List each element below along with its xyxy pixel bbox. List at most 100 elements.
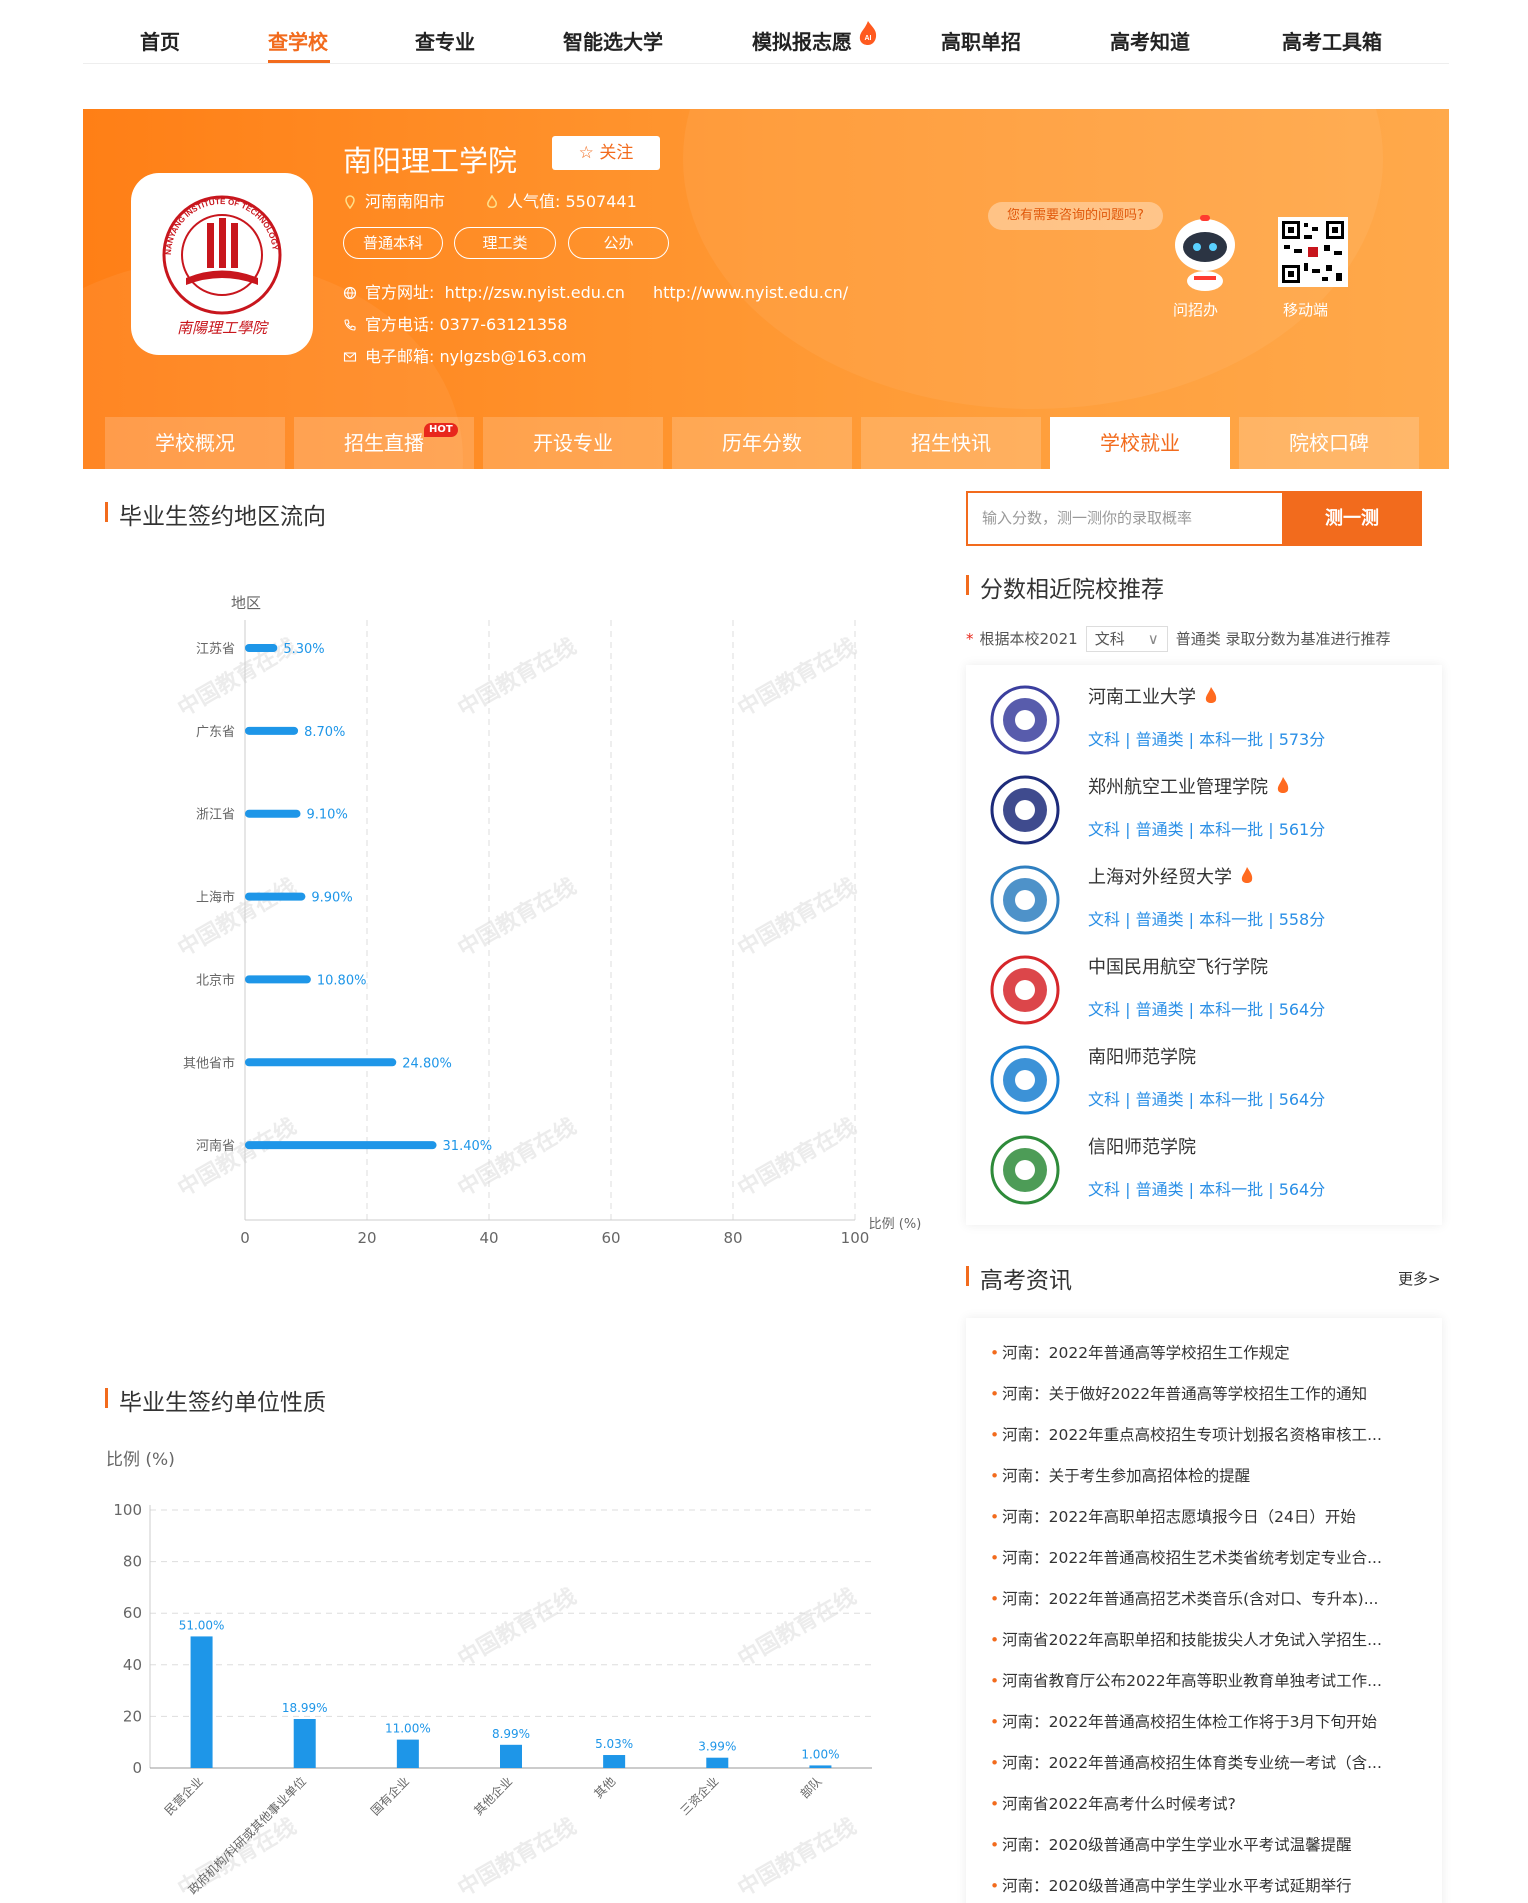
news-more-link[interactable]: 更多> — [1398, 1268, 1441, 1289]
x-tick-label: 80 — [723, 1229, 742, 1247]
recommend-school-name[interactable]: 河南工业大学 — [1088, 683, 1218, 709]
tab-live[interactable]: 招生直播 HOT — [294, 417, 474, 469]
tab-news[interactable]: 招生快讯 — [861, 417, 1041, 469]
recommend-school-name[interactable]: 信阳师范学院 — [1088, 1133, 1196, 1159]
news-item[interactable]: • 河南：2022年普通高校招生体育类专业统一考试（含... — [990, 1751, 1420, 1773]
y-tick-label: 0 — [132, 1759, 142, 1777]
y-category-label: 浙江省 — [196, 808, 235, 823]
bullet-icon: • — [990, 1344, 1000, 1362]
nav-smart-select[interactable]: 智能选大学 — [563, 26, 663, 55]
bullet-icon: • — [990, 1795, 1000, 1813]
recommend-meta[interactable]: 文科 | 普通类 | 本科一批 | 573分 — [1088, 726, 1325, 750]
probe-button[interactable]: 测一测 — [1282, 491, 1422, 546]
bar — [245, 1141, 437, 1150]
news-item[interactable]: • 河南：2022年高职单招志愿填报今日（24日）开始 — [990, 1505, 1420, 1527]
news-item[interactable]: • 河南省2022年高职单招和技能拔尖人才免试入学招生... — [990, 1628, 1420, 1650]
news-item[interactable]: • 河南：关于考生参加高招体检的提醒 — [990, 1464, 1420, 1486]
news-item[interactable]: • 河南省2022年高考什么时候考试? — [990, 1792, 1420, 1814]
x-category-label: 部队 — [797, 1774, 825, 1802]
tab-majors[interactable]: 开设专业 — [483, 417, 663, 469]
recommend-school-label: 郑州航空工业管理学院 — [1088, 777, 1268, 798]
robot-icon[interactable] — [1166, 209, 1244, 293]
follow-button[interactable]: ☆ 关注 — [552, 136, 660, 170]
ask-office-label[interactable]: 问招办 — [1173, 299, 1218, 320]
popularity-label: 人气值: — [507, 192, 561, 211]
phone-row: 官方电话: 0377-63121358 — [343, 311, 567, 335]
nav-toolbox[interactable]: 高考工具箱 — [1282, 26, 1382, 55]
nav-major[interactable]: 查专业 — [415, 26, 475, 55]
recommend-item[interactable]: 中国民用航空飞行学院文科 | 普通类 | 本科一批 | 564分 — [990, 935, 1420, 1025]
news-item[interactable]: • 河南：2022年普通高校招生体检工作将于3月下旬开始 — [990, 1710, 1420, 1732]
bullet-icon: • — [990, 1590, 1000, 1608]
recommend-meta[interactable]: 文科 | 普通类 | 本科一批 | 564分 — [1088, 1176, 1325, 1200]
nav-school[interactable]: 查学校 — [268, 26, 328, 55]
recommend-school-name[interactable]: 郑州航空工业管理学院 — [1088, 773, 1290, 799]
news-text: 河南省2022年高职单招和技能拔尖人才免试入学招生... — [1002, 1631, 1382, 1649]
news-item[interactable]: • 河南：2022年普通高校招生艺术类省统考划定专业合... — [990, 1546, 1420, 1568]
website-link-2[interactable]: http://www.nyist.edu.cn/ — [653, 283, 848, 302]
email-label: 电子邮箱: — [365, 347, 435, 366]
bar — [500, 1744, 522, 1768]
website-label: 官方网址: — [365, 283, 435, 302]
bar-value-label: 1.00% — [801, 1747, 839, 1761]
x-tick-label: 0 — [240, 1229, 250, 1247]
recommend-meta[interactable]: 文科 | 普通类 | 本科一批 | 558分 — [1088, 906, 1325, 930]
bar-value-label: 11.00% — [385, 1722, 431, 1736]
news-item[interactable]: • 河南：2022年普通高等学校招生工作规定 — [990, 1341, 1420, 1363]
recommend-school-name[interactable]: 中国民用航空飞行学院 — [1088, 953, 1268, 979]
news-item[interactable]: • 河南：2022年重点高校招生专项计划报名资格审核工... — [990, 1423, 1420, 1445]
recommend-school-name[interactable]: 上海对外经贸大学 — [1088, 863, 1254, 889]
school-logo: 南陽理工學院 NANYANG INSTITUTE OF TECHNOLOGY — [131, 173, 313, 355]
bar — [396, 1739, 419, 1768]
tab-employment[interactable]: 学校就业 — [1050, 417, 1230, 469]
subject-select[interactable]: 文科 — [1085, 626, 1168, 652]
bullet-icon: • — [990, 1508, 1000, 1526]
recommend-item[interactable]: 上海对外经贸大学文科 | 普通类 | 本科一批 | 558分 — [990, 845, 1420, 935]
bullet-icon: • — [990, 1385, 1000, 1403]
consult-bubble[interactable]: 您有需要咨询的问题吗? — [988, 202, 1163, 230]
ai-flame-icon: AI — [859, 21, 877, 45]
recommend-meta[interactable]: 文科 | 普通类 | 本科一批 | 561分 — [1088, 816, 1325, 840]
recommend-item[interactable]: 南阳师范学院文科 | 普通类 | 本科一批 | 564分 — [990, 1025, 1420, 1115]
y-category-label: 广东省 — [196, 725, 235, 740]
score-input[interactable]: 输入分数，测一测你的录取概率 — [966, 491, 1282, 546]
news-item[interactable]: • 河南：2022年普通高招艺术类音乐(含对口、专升本)... — [990, 1587, 1420, 1609]
recommend-school-label: 中国民用航空飞行学院 — [1088, 957, 1268, 978]
recommend-school-name[interactable]: 南阳师范学院 — [1088, 1043, 1196, 1069]
recommend-meta[interactable]: 文科 | 普通类 | 本科一批 | 564分 — [1088, 1086, 1325, 1110]
y-category-label: 上海市 — [196, 890, 235, 906]
y-axis-label: 地区 — [231, 594, 261, 612]
flame-icon — [1205, 687, 1217, 703]
recommend-item[interactable]: 郑州航空工业管理学院文科 | 普通类 | 本科一批 | 561分 — [990, 755, 1420, 845]
nav-mock-apply[interactable]: 模拟报志愿 — [752, 26, 852, 55]
news-text: 河南：2020级普通高中学生学业水平考试温馨提醒 — [1002, 1836, 1352, 1854]
news-item[interactable]: • 河南：2020级普通高中学生学业水平考试延期举行 — [990, 1874, 1420, 1896]
tab-scores[interactable]: 历年分数 — [672, 417, 852, 469]
website-link-1[interactable]: http://zsw.nyist.edu.cn — [445, 283, 625, 302]
bar-value-label: 18.99% — [282, 1701, 328, 1715]
email-value[interactable]: nylgzsb@163.com — [440, 347, 587, 366]
news-text: 河南：2022年普通高校招生体检工作将于3月下旬开始 — [1002, 1713, 1377, 1731]
news-item[interactable]: • 河南：2020级普通高中学生学业水平考试温馨提醒 — [990, 1833, 1420, 1855]
tab-overview[interactable]: 学校概况 — [105, 417, 285, 469]
tab-reviews[interactable]: 院校口碑 — [1239, 417, 1419, 469]
school-emblem-icon — [990, 1045, 1060, 1115]
qr-code[interactable] — [1278, 217, 1348, 287]
email-row: 电子邮箱: nylgzsb@163.com — [343, 343, 586, 367]
recommend-item[interactable]: 信阳师范学院文科 | 普通类 | 本科一批 | 564分 — [990, 1115, 1420, 1205]
recommend-item[interactable]: 河南工业大学文科 | 普通类 | 本科一批 | 573分 — [990, 665, 1420, 755]
nav-gaokao-qa[interactable]: 高考知道 — [1110, 26, 1190, 55]
bar-value-label: 3.99% — [698, 1740, 736, 1754]
nav-vocational[interactable]: 高职单招 — [941, 26, 1021, 55]
recommend-title: 分数相近院校推荐 — [966, 570, 1164, 604]
news-item[interactable]: • 河南：关于做好2022年普通高等学校招生工作的通知 — [990, 1382, 1420, 1404]
bar — [245, 1058, 397, 1067]
recommend-meta[interactable]: 文科 | 普通类 | 本科一批 | 564分 — [1088, 996, 1325, 1020]
school-name: 南阳理工学院 — [343, 144, 518, 178]
mobile-label[interactable]: 移动端 — [1283, 299, 1328, 320]
y-tick-label: 60 — [123, 1604, 142, 1622]
nav-home[interactable]: 首页 — [140, 26, 180, 55]
bar-value-label: 9.10% — [307, 808, 348, 823]
news-item[interactable]: • 河南省教育厅公布2022年高等职业教育单独考试工作... — [990, 1669, 1420, 1691]
tab-live-label: 招生直播 — [344, 431, 424, 455]
